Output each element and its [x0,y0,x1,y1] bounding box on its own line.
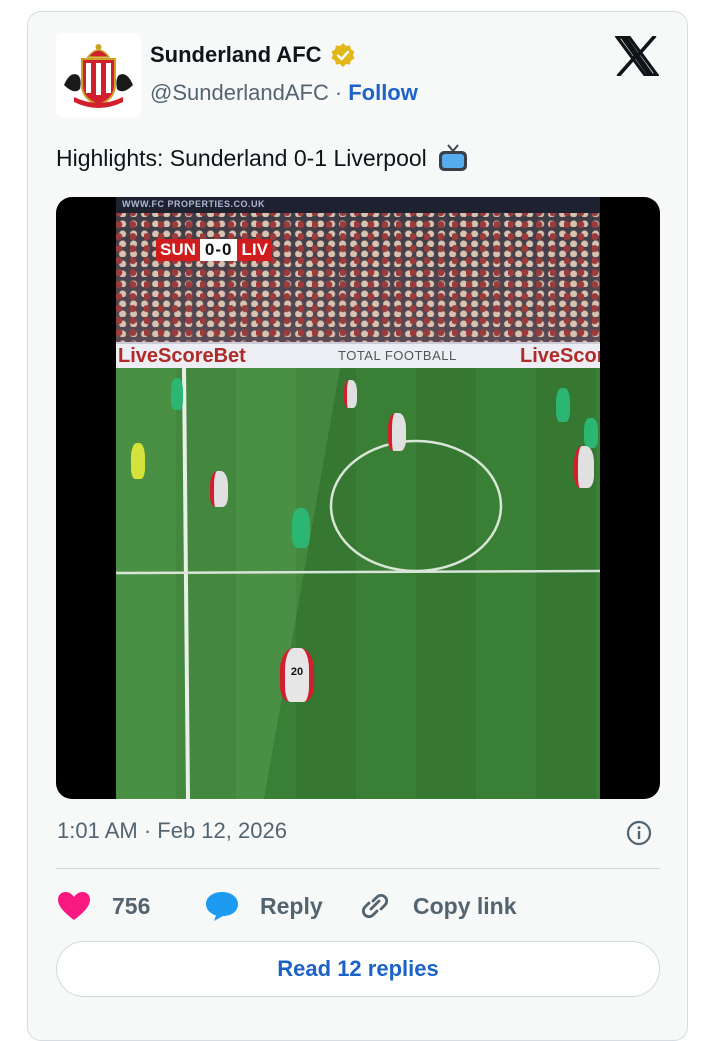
player-red-1 [210,471,228,507]
score-home-team: SUN [156,239,200,261]
separator-dot: · [334,80,343,105]
account-name[interactable]: Sunderland AFC [150,42,356,68]
player-green-2 [292,508,310,548]
handle-row: @SunderlandAFC · Follow [150,80,418,106]
advertising-board: LiveScoreBet TOTAL FOOTBALL LiveScor [116,342,600,370]
board-center-text: TOTAL FOOTBALL [338,348,457,363]
player-red-3 [388,413,406,451]
like-button[interactable]: 756 [56,890,204,922]
copy-link-button[interactable]: Copy link [357,890,517,922]
pitch-markings [116,367,600,799]
board-left-text: LiveScoreBet [118,345,246,367]
reply-button[interactable]: Reply [204,890,357,922]
action-bar: 756 Reply Copy link [56,887,517,925]
reply-label: Reply [260,892,323,919]
stadium-crowd-image [116,197,600,342]
television-emoji-icon [437,143,469,173]
pitch: 20 [116,367,600,799]
score-away-team: LIV [237,239,272,261]
player-green-1 [171,378,183,410]
score-overlay: SUN 0-0 LIV [156,239,272,261]
like-count: 756 [112,892,151,919]
score-value: 0-0 [199,239,238,261]
player-referee [131,443,145,479]
board-right-text: LiveScor [520,345,600,367]
heart-icon [58,892,90,920]
player-green-4 [584,418,598,448]
player-red-2 [344,380,357,408]
video-player[interactable]: WWW.FC PROPERTIES.CO.UK SUN 0-0 LIV Live… [56,197,660,799]
tweet-text-label: Highlights: Sunderland 0-1 Liverpool [56,144,427,171]
account-name-label[interactable]: Sunderland AFC [150,42,322,68]
divider [56,868,660,869]
account-handle[interactable]: @SunderlandAFC [150,80,329,106]
sunderland-crest-icon [56,33,141,117]
x-logo-icon[interactable] [613,34,661,78]
player-red-number-20: 20 [280,648,314,702]
copy-link-label: Copy link [413,892,517,919]
video-frame[interactable]: WWW.FC PROPERTIES.CO.UK SUN 0-0 LIV Live… [116,197,600,799]
verified-badge-icon [330,42,356,68]
info-icon[interactable] [626,820,652,846]
tweet-timestamp[interactable]: 1:01 AM · Feb 12, 2026 [57,818,287,844]
link-icon [361,893,389,919]
speech-bubble-icon [206,892,238,921]
read-replies-label: Read 12 replies [277,956,439,981]
player-red-4 [574,446,594,488]
follow-button[interactable]: Follow [348,80,418,106]
stadium-top-band: WWW.FC PROPERTIES.CO.UK [116,197,600,213]
tweet-text: Highlights: Sunderland 0-1 Liverpool [56,143,469,173]
player-number-label: 20 [290,666,304,678]
avatar[interactable] [56,33,141,117]
read-replies-button[interactable]: Read 12 replies [56,941,660,997]
player-green-3 [556,388,570,422]
